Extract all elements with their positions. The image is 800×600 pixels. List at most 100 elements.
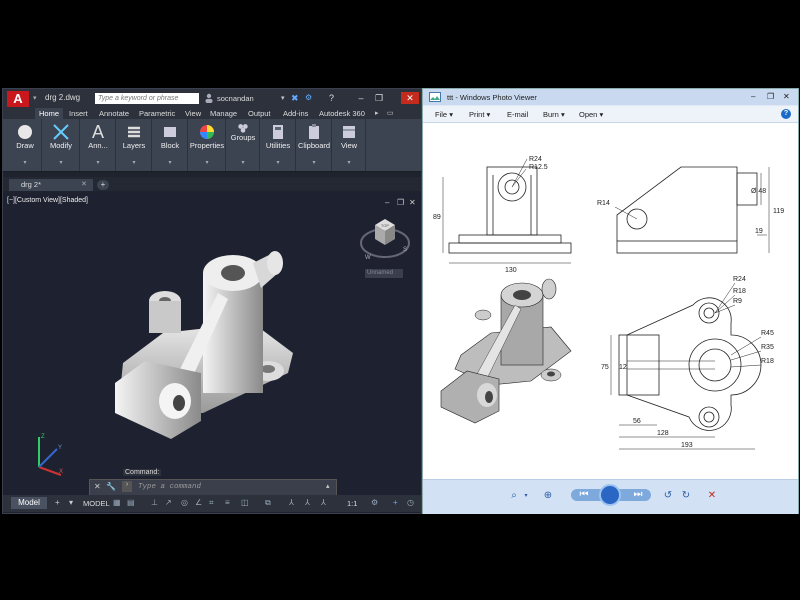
annotation-scale-value[interactable]: 1:1 [347,499,357,508]
autocad-logo-icon[interactable]: A [7,91,29,107]
close-button[interactable]: ✕ [401,92,419,104]
tab-add-ins[interactable]: Add-ins [283,108,308,119]
photo-viewer-canvas[interactable]: R24 R12.5 89 130 R14 Ø 48 19 119 R24 R18… [423,123,798,479]
tab-output[interactable]: Output [248,108,271,119]
viewport-close-icon[interactable]: ✕ [409,198,416,207]
exchange-apps-icon[interactable]: ✖ [291,93,299,104]
tab-parametric[interactable]: Parametric [139,108,175,119]
panel-groups-dropdown-icon[interactable]: ▾ [227,159,259,166]
panel-layers[interactable]: Layers ▾ [117,119,152,171]
command-close-icon[interactable]: ✕ [94,482,101,491]
viewport-restore-icon[interactable]: ❐ [397,198,404,207]
help-icon[interactable]: ? [781,109,791,119]
rotate-counterclockwise-icon[interactable]: ↺ [661,490,675,502]
menu-burn[interactable]: Burn ▾ [543,110,565,119]
layout-add-icon[interactable]: + [55,499,63,507]
viewport-controls-label[interactable]: [−][Custom View][Shaded] [7,197,88,204]
command-history-dropdown-icon[interactable]: ▴ [326,482,330,490]
osnap-icon[interactable]: ◎ [181,499,189,507]
minimize-button[interactable]: – [355,92,367,104]
command-input[interactable]: Type a command [138,483,201,491]
panel-modify-dropdown-icon[interactable]: ▾ [43,159,79,166]
command-customize-icon[interactable]: 🔧 [106,482,116,491]
delete-icon[interactable]: ✕ [705,490,719,502]
command-line[interactable]: ✕ 🔧 › Type a command ▴ [89,479,337,496]
panel-groups[interactable]: Groups ▾ [227,119,260,171]
model-tab[interactable]: Model [11,497,47,509]
annotation-scale-icon[interactable]: ⅄ [321,499,329,507]
snap-icon[interactable]: ▤ [127,499,135,507]
panel-modify[interactable]: Modify ▾ [43,119,80,171]
restore-button[interactable]: ❐ [373,92,385,104]
drawing-viewport[interactable]: [−][Custom View][Shaded] – ❐ ✕ TOP W S U… [3,193,421,495]
annotation-visibility-icon[interactable]: ⅄ [289,499,297,507]
menu-open[interactable]: Open ▾ [579,110,603,119]
panel-clipboard[interactable]: Clipboard ▾ [297,119,332,171]
polar-icon[interactable]: ↗ [165,499,173,507]
user-icon[interactable] [205,93,213,103]
panel-view[interactable]: View ▾ [333,119,366,171]
grid-icon[interactable]: ▦ [113,499,121,507]
panel-annotation[interactable]: A Ann... ▾ [81,119,116,171]
viewcube[interactable]: TOP W S [357,211,413,271]
help-icon[interactable]: ? [329,93,334,103]
search-input[interactable]: Type a keyword or phrase [95,93,199,104]
tab-autodesk-360[interactable]: Autodesk 360 [319,108,365,119]
otrack-icon[interactable]: ∠ [195,499,203,507]
menu-email[interactable]: E-mail [507,110,528,119]
workspace-gear-icon[interactable]: ⚙ [371,499,379,507]
panel-annotation-dropdown-icon[interactable]: ▾ [81,159,115,166]
next-icon[interactable]: ⏭ [631,489,645,501]
tab-manage[interactable]: Manage [210,108,237,119]
new-tab-button[interactable]: + [97,180,109,190]
tab-insert[interactable]: Insert [69,108,88,119]
pv-close-button[interactable]: ✕ [783,92,790,101]
rotate-clockwise-icon[interactable]: ↻ [679,490,693,502]
panel-draw-dropdown-icon[interactable]: ▾ [9,159,41,166]
panel-layers-dropdown-icon[interactable]: ▾ [117,159,151,166]
customize-status-icon[interactable]: + [393,499,401,507]
quick-access-dropdown-icon[interactable]: ▾ [33,94,37,102]
dim-r9: R9 [733,298,742,305]
document-tab[interactable]: drg 2* ✕ [9,179,93,191]
lineweight-icon[interactable]: ≡ [225,499,233,507]
panel-clipboard-dropdown-icon[interactable]: ▾ [297,159,331,166]
shaded-3d-model[interactable] [103,233,303,443]
panel-properties-dropdown-icon[interactable]: ▾ [189,159,225,166]
ribbon-minimize-icon[interactable]: ▭ [387,109,394,117]
menu-print[interactable]: Print ▾ [469,110,490,119]
viewcube-face-label[interactable]: TOP [381,223,389,228]
auto-scale-icon[interactable]: ⅄ [305,499,313,507]
connect-icon[interactable]: ⚙ [305,93,312,102]
layout-menu-icon[interactable]: ▾ [69,499,77,507]
close-tab-icon[interactable]: ✕ [81,179,87,191]
panel-utilities[interactable]: Utilities ▾ [261,119,296,171]
model-space-toggle[interactable]: MODEL [83,499,110,508]
previous-icon[interactable]: ⏮ [577,489,591,501]
pv-restore-button[interactable]: ❐ [767,92,774,101]
panel-properties[interactable]: Properties ▾ [189,119,226,171]
menu-file[interactable]: File ▾ [435,110,453,119]
ortho-icon[interactable]: ⊥ [151,499,159,507]
panel-block-dropdown-icon[interactable]: ▾ [153,159,187,166]
slideshow-button[interactable] [599,484,621,506]
viewport-minimize-icon[interactable]: – [385,198,389,207]
tab-annotate[interactable]: Annotate [99,108,129,119]
3d-osnap-icon[interactable]: ⌗ [209,499,217,507]
panel-block[interactable]: Block ▾ [153,119,188,171]
panel-view-dropdown-icon[interactable]: ▾ [333,159,365,166]
zoom-dropdown-icon[interactable]: ▾ [519,490,533,502]
transparency-icon[interactable]: ◫ [241,499,249,507]
tab-view[interactable]: View [185,108,201,119]
selection-cycling-icon[interactable]: ⧉ [265,499,273,507]
tab-home[interactable]: Home [35,108,64,119]
user-dropdown-icon[interactable]: ▾ [281,94,285,102]
actual-size-icon[interactable]: ⊕ [541,490,555,502]
ucs-menu-label[interactable]: Unnamed [365,269,403,278]
ribbon-overflow-icon[interactable]: ▸ [375,109,379,117]
clean-screen-icon[interactable]: ◷ [407,499,415,507]
pv-minimize-button[interactable]: – [751,92,755,101]
panel-utilities-dropdown-icon[interactable]: ▾ [261,159,295,166]
username-label[interactable]: socnandan [217,94,254,103]
panel-draw[interactable]: Draw ▾ [9,119,42,171]
